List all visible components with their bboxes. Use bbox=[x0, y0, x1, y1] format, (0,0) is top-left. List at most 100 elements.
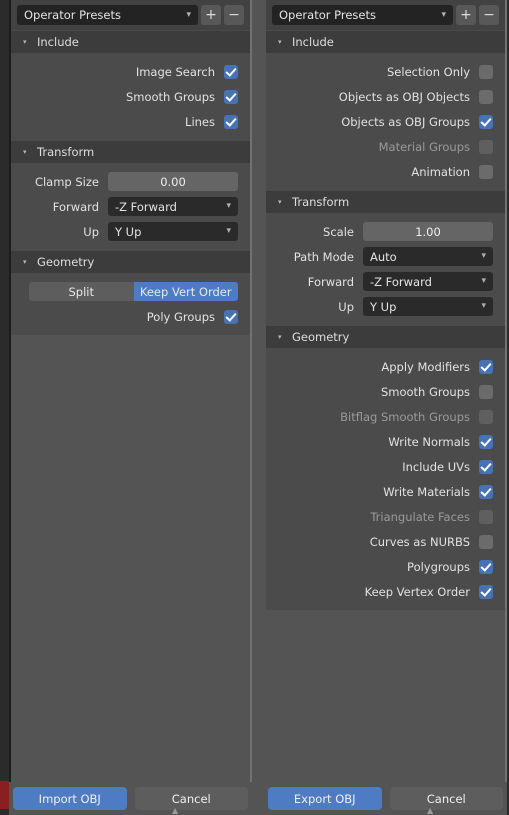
checkbox-animation[interactable] bbox=[479, 164, 493, 179]
import-preset-value: Operator Presets bbox=[24, 8, 121, 22]
checkbox-keep-vertex-order[interactable] bbox=[479, 584, 493, 599]
checkbox-selection-only[interactable] bbox=[479, 64, 493, 79]
dropdown-value: Auto bbox=[370, 249, 397, 264]
checkbox-write-normals[interactable] bbox=[479, 434, 493, 449]
field-label: Up bbox=[338, 299, 354, 314]
field-label: Write Normals bbox=[388, 434, 470, 449]
export-section-header-geometry[interactable]: ▾ Geometry bbox=[266, 325, 505, 348]
import-row-poly-groups: Poly Groups bbox=[11, 304, 250, 329]
checkbox-include-uvs[interactable] bbox=[479, 459, 493, 474]
chevron-down-icon: ▾ bbox=[481, 301, 486, 311]
number-field-scale[interactable]: 1.00 bbox=[363, 222, 493, 241]
chevron-down-icon: ▾ bbox=[226, 201, 231, 211]
chevron-down-icon: ▾ bbox=[226, 226, 231, 236]
number-field-clamp-size[interactable]: 0.00 bbox=[108, 172, 238, 191]
dropdown-forward[interactable]: -Z Forward ▾ bbox=[108, 197, 238, 216]
field-label: Polygroups bbox=[407, 559, 470, 574]
checkbox-bitflag-smooth-groups bbox=[479, 409, 493, 424]
import-row-image-search: Image Search bbox=[11, 59, 250, 84]
field-wrap: Y Up ▾ bbox=[363, 297, 493, 316]
dropdown-forward[interactable]: -Z Forward ▾ bbox=[363, 272, 493, 291]
import-scroll-chevron-icon[interactable]: ▲ bbox=[172, 807, 178, 815]
import-section-header-transform[interactable]: ▾ Transform bbox=[11, 140, 250, 163]
export-cancel-button[interactable]: Cancel bbox=[389, 787, 503, 810]
import-row-clamp-size: Clamp Size 0.00 bbox=[11, 169, 250, 194]
import-section-header-include[interactable]: ▾ Include bbox=[11, 30, 250, 53]
field-wrap: -Z Forward ▾ bbox=[108, 197, 238, 216]
import-preset-dropdown[interactable]: Operator Presets ▾ bbox=[17, 5, 198, 25]
checkbox-smooth-groups[interactable] bbox=[224, 89, 238, 104]
export-sections: ▾ Include Selection Only Objects as OBJ Obj… bbox=[266, 30, 505, 610]
import-section-body-geometry: Split Keep Vert Order Poly Groups bbox=[11, 273, 250, 335]
field-wrap: Y Up ▾ bbox=[108, 222, 238, 241]
import-row-up: Up Y Up ▾ bbox=[11, 219, 250, 244]
import-cancel-button[interactable]: Cancel bbox=[134, 787, 248, 810]
checkbox-objects-as-obj-groups[interactable] bbox=[479, 114, 493, 129]
field-wrap: 0.00 bbox=[108, 172, 238, 191]
dropdown-up[interactable]: Y Up ▾ bbox=[363, 297, 493, 316]
import-button-bar: Import OBJ Cancel bbox=[11, 782, 250, 815]
checkbox-polygroups[interactable] bbox=[479, 559, 493, 574]
chevron-down-icon: ▾ bbox=[186, 9, 191, 20]
export-section-body-include: Selection Only Objects as OBJ Objects Obje… bbox=[266, 53, 505, 190]
export-scroll-chevron-icon[interactable]: ▲ bbox=[427, 807, 433, 815]
checkbox-smooth-groups[interactable] bbox=[479, 384, 493, 399]
disclosure-triangle-icon: ▾ bbox=[278, 333, 282, 341]
export-row-selection-only: Selection Only bbox=[266, 59, 505, 84]
export-preset-remove-button[interactable]: − bbox=[479, 5, 499, 25]
export-preset-dropdown[interactable]: Operator Presets ▾ bbox=[272, 5, 453, 25]
export-row-objects-as-obj-objects: Objects as OBJ Objects bbox=[266, 84, 505, 109]
import-obj-button[interactable]: Import OBJ bbox=[13, 787, 127, 810]
export-row-triangulate-faces: Triangulate Faces bbox=[266, 504, 505, 529]
export-obj-button[interactable]: Export OBJ bbox=[268, 787, 382, 810]
dropdown-value: -Z Forward bbox=[115, 199, 177, 214]
export-preset-value: Operator Presets bbox=[279, 8, 376, 22]
field-label: Bitflag Smooth Groups bbox=[340, 409, 470, 424]
field-label: Smooth Groups bbox=[125, 89, 215, 104]
checkbox-write-materials[interactable] bbox=[479, 484, 493, 499]
chevron-down-icon: ▾ bbox=[481, 251, 486, 261]
export-preset-add-button[interactable]: + bbox=[456, 5, 476, 25]
dropdown-value: Y Up bbox=[370, 299, 397, 314]
field-label: Forward bbox=[307, 274, 354, 289]
export-section-title: Include bbox=[292, 35, 334, 49]
export-section-body-transform: Scale 1.00 Path Mode Auto ▾ Forward -Z Forward… bbox=[266, 213, 505, 325]
dropdown-path-mode[interactable]: Auto ▾ bbox=[363, 247, 493, 266]
import-toggle-group: Split Keep Vert Order bbox=[11, 279, 250, 304]
export-row-write-normals: Write Normals bbox=[266, 429, 505, 454]
import-section-title: Geometry bbox=[37, 255, 95, 269]
field-label: Image Search bbox=[135, 64, 215, 79]
export-section-header-transform[interactable]: ▾ Transform bbox=[266, 190, 505, 213]
disclosure-triangle-icon: ▾ bbox=[23, 148, 27, 156]
import-preset-add-button[interactable]: + bbox=[201, 5, 221, 25]
import-toggle-split[interactable]: Split bbox=[29, 282, 134, 301]
export-section-body-geometry: Apply Modifiers Smooth Groups Bitflag Smoo… bbox=[266, 348, 505, 610]
checkbox-apply-modifiers[interactable] bbox=[479, 359, 493, 374]
dropdown-value: Y Up bbox=[115, 224, 142, 239]
field-label: Lines bbox=[185, 114, 215, 129]
import-preset-remove-button[interactable]: − bbox=[224, 5, 244, 25]
checkbox-poly-groups[interactable] bbox=[224, 309, 238, 324]
import-section-header-geometry[interactable]: ▾ Geometry bbox=[11, 250, 250, 273]
field-label: Write Materials bbox=[383, 484, 470, 499]
import-section-title: Include bbox=[37, 35, 79, 49]
dropdown-up[interactable]: Y Up ▾ bbox=[108, 222, 238, 241]
field-label: Include UVs bbox=[402, 459, 470, 474]
export-row-path-mode: Path Mode Auto ▾ bbox=[266, 244, 505, 269]
export-row-polygroups: Polygroups bbox=[266, 554, 505, 579]
export-section-title: Geometry bbox=[292, 330, 350, 344]
checkbox-objects-as-obj-objects[interactable] bbox=[479, 89, 493, 104]
panel-divider-left bbox=[250, 0, 252, 782]
disclosure-triangle-icon: ▾ bbox=[23, 258, 27, 266]
export-obj-panel: Operator Presets ▾ + − ▾ Include Selection… bbox=[266, 0, 505, 782]
disclosure-triangle-icon: ▾ bbox=[278, 38, 282, 46]
import-toggle-keep-vert-order[interactable]: Keep Vert Order bbox=[133, 282, 238, 301]
field-wrap: Auto ▾ bbox=[363, 247, 493, 266]
checkbox-lines[interactable] bbox=[224, 114, 238, 129]
import-section-body-include: Image Search Smooth Groups Lines bbox=[11, 53, 250, 140]
field-label: Objects as OBJ Groups bbox=[341, 114, 470, 129]
export-section-header-include[interactable]: ▾ Include bbox=[266, 30, 505, 53]
checkbox-image-search[interactable] bbox=[224, 64, 238, 79]
checkbox-curves-as-nurbs[interactable] bbox=[479, 534, 493, 549]
import-sections: ▾ Include Image Search Smooth Groups Lines ▾ T… bbox=[11, 30, 250, 335]
